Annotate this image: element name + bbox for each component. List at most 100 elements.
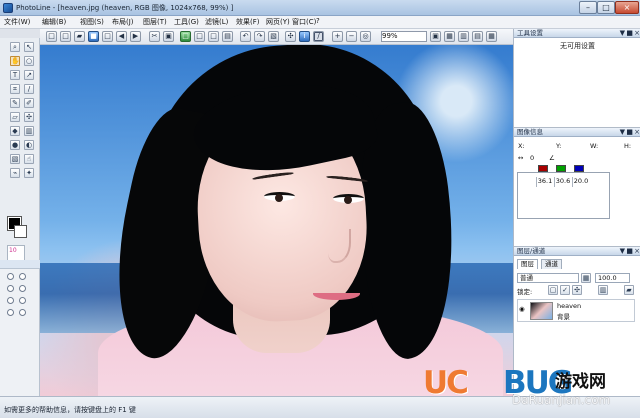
gradient-tool-icon[interactable]: ▥ — [24, 126, 34, 136]
panel-close-icon[interactable]: × — [634, 128, 640, 136]
image-canvas[interactable] — [40, 45, 513, 396]
tool-option-circle[interactable] — [7, 273, 14, 280]
tool-option-circle[interactable] — [7, 297, 14, 304]
close-button[interactable]: × — [615, 1, 639, 14]
maximize-button[interactable]: □ — [597, 1, 615, 14]
menu-help[interactable]: ? — [316, 17, 320, 25]
scripts-icon[interactable]: ✣ — [285, 31, 296, 42]
panel-menu-icon[interactable]: ▼ — [620, 29, 625, 37]
layer-row[interactable]: ◉ heaven 背景 — [517, 299, 635, 322]
crop-icon[interactable]: ▤ — [222, 31, 233, 42]
pencil-tool-icon[interactable]: ✐ — [24, 98, 34, 108]
panel-pin-icon[interactable]: ■ — [626, 247, 633, 255]
redo-icon[interactable]: ↷ — [254, 31, 265, 42]
sponge-tool-icon[interactable]: ▧ — [10, 154, 20, 164]
undo-icon[interactable]: ↶ — [240, 31, 251, 42]
color-swatches[interactable] — [6, 216, 28, 240]
panel-pin-icon[interactable]: ■ — [626, 29, 633, 37]
tool-option-circle[interactable] — [19, 273, 26, 280]
layout-icon[interactable]: ▦ — [486, 31, 497, 42]
panel-pin-icon[interactable]: ■ — [626, 128, 633, 136]
tab-channels[interactable]: 通道 — [541, 259, 562, 269]
panel-close-icon[interactable]: × — [634, 247, 640, 255]
background-color[interactable] — [14, 225, 27, 238]
layer-options-icon[interactable]: ▦ — [581, 273, 591, 283]
minimize-button[interactable]: – — [579, 1, 597, 14]
dodge-tool-icon[interactable]: ● — [10, 140, 20, 150]
print-icon[interactable]: ▣ — [163, 31, 174, 42]
tab-layers[interactable]: 图层 — [517, 259, 538, 269]
opacity-field[interactable]: 100.0 — [595, 273, 630, 283]
blend-mode-select[interactable]: 普通 — [517, 273, 579, 283]
menu-web[interactable]: 网页(Y) — [266, 17, 290, 27]
menu-filter[interactable]: 滤镜(L) — [205, 17, 228, 27]
menu-layer[interactable]: 图层(T) — [143, 17, 167, 27]
zoom-out-icon[interactable]: − — [346, 31, 357, 42]
zoom-in-icon[interactable]: + — [332, 31, 343, 42]
brush-tool-icon[interactable]: ✎ — [10, 98, 20, 108]
crop-tool-icon[interactable]: ⌗ — [10, 84, 20, 94]
save-icon[interactable]: ■ — [88, 31, 99, 42]
layers-header: 图层/通道 ▼ ■ × — [514, 247, 640, 256]
pen-tool-icon[interactable]: / — [313, 31, 324, 42]
tool-option-circle[interactable] — [19, 285, 26, 292]
panel-menu-icon[interactable]: ▼ — [620, 247, 625, 255]
tool-option-circle[interactable] — [19, 309, 26, 316]
brush-preview[interactable]: 10 — [7, 245, 25, 261]
watermark-uc: UC — [423, 365, 469, 401]
blue-channel-value: 20.0 — [572, 177, 589, 187]
lock-pixels-icon[interactable]: ✓ — [560, 285, 570, 295]
grid-icon[interactable]: ▦ — [444, 31, 455, 42]
eraser-tool-icon[interactable]: ▱ — [10, 112, 20, 122]
close-document-icon[interactable]: □ — [102, 31, 113, 42]
smudge-tool-icon[interactable]: ☝ — [24, 154, 34, 164]
eyedropper-tool-icon[interactable]: ⌁ — [10, 168, 20, 178]
lock-position-icon[interactable]: ✣ — [572, 285, 582, 295]
clone-tool-icon[interactable]: ✣ — [24, 112, 34, 122]
next-icon[interactable]: ▶ — [130, 31, 141, 42]
menu-file[interactable]: 文件(W) — [4, 17, 30, 27]
info-icon[interactable]: i — [299, 31, 310, 42]
layer-visibility-icon[interactable]: ◉ — [519, 305, 525, 313]
zoom-tool-icon[interactable]: ⌕ — [10, 42, 20, 52]
guide-icon[interactable]: ▥ — [458, 31, 469, 42]
menu-effects[interactable]: 效果(F) — [236, 17, 260, 27]
new-file-icon[interactable]: □ — [46, 31, 57, 42]
zoom-fit-icon[interactable]: ◎ — [360, 31, 371, 42]
cut-icon[interactable]: ✂ — [149, 31, 160, 42]
burn-tool-icon[interactable]: ◐ — [24, 140, 34, 150]
tool-option-circle[interactable] — [7, 285, 14, 292]
tool-option-circle[interactable] — [7, 309, 14, 316]
hand-tool-icon[interactable]: ✋ — [10, 56, 20, 66]
palette-icon[interactable]: ▤ — [472, 31, 483, 42]
layer-mask-icon[interactable]: ▥ — [598, 285, 608, 295]
line-tool-icon[interactable]: / — [24, 84, 34, 94]
menu-edit[interactable]: 编辑(B) — [42, 17, 66, 27]
image-info-header: 图像信息 ▼ ■ × — [514, 128, 640, 137]
menu-view[interactable]: 视图(S) — [80, 17, 104, 27]
zoom-field[interactable]: 99% — [381, 31, 427, 42]
open-folder-icon[interactable]: ▰ — [74, 31, 85, 42]
panel-menu-icon[interactable]: ▼ — [620, 128, 625, 136]
copy-icon[interactable]: □ — [180, 31, 191, 42]
history-icon[interactable]: ▧ — [268, 31, 279, 42]
fill-tool-icon[interactable]: ◆ — [10, 126, 20, 136]
screen-mode-icon[interactable]: ▣ — [430, 31, 441, 42]
magic-wand-tool-icon[interactable]: ✦ — [24, 168, 34, 178]
pointer-tool-icon[interactable]: ↖ — [24, 42, 34, 52]
menu-tools[interactable]: 工具(G) — [174, 17, 199, 27]
duplicate-icon[interactable]: □ — [208, 31, 219, 42]
new-document-icon[interactable]: □ — [60, 31, 71, 42]
paste-icon[interactable]: □ — [194, 31, 205, 42]
tool-option-circle[interactable] — [19, 297, 26, 304]
secondary-palette-title — [0, 260, 40, 269]
lock-transparency-icon[interactable]: ▢ — [548, 285, 558, 295]
move-tool-icon[interactable]: ↗ — [24, 70, 34, 80]
panel-close-icon[interactable]: × — [634, 29, 640, 37]
text-tool-icon[interactable]: T — [10, 70, 20, 80]
menu-layout[interactable]: 布局(J) — [112, 17, 134, 27]
previous-icon[interactable]: ◀ — [116, 31, 127, 42]
layer-color-icon[interactable]: ▰ — [624, 285, 634, 295]
ellipse-tool-icon[interactable]: ○ — [24, 56, 34, 66]
menu-window[interactable]: 窗口(C) — [292, 17, 316, 27]
